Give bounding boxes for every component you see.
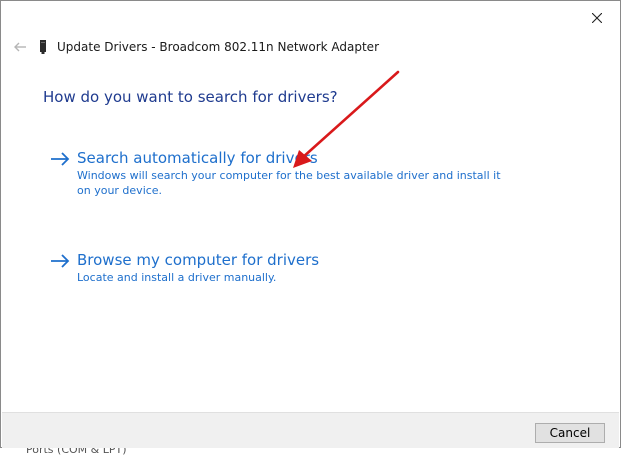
cancel-button[interactable]: Cancel <box>535 423 605 443</box>
arrow-right-icon <box>49 251 71 271</box>
option-title: Browse my computer for drivers <box>77 251 320 269</box>
dialog-footer: Cancel <box>2 412 619 449</box>
background-window-strip: Ports (COM & LPT) <box>0 448 623 456</box>
search-automatically-option[interactable]: Search automatically for drivers Windows… <box>49 148 507 198</box>
dialog-header: Update Drivers - Broadcom 802.11n Networ… <box>11 37 379 57</box>
close-icon <box>592 13 602 23</box>
back-button[interactable] <box>11 38 29 56</box>
browse-computer-option[interactable]: Browse my computer for drivers Locate an… <box>49 250 507 285</box>
background-list-item: Ports (COM & LPT) <box>26 448 127 456</box>
close-button[interactable] <box>582 6 612 30</box>
network-adapter-icon <box>39 40 47 54</box>
option-description: Locate and install a driver manually. <box>77 271 277 284</box>
option-description: Windows will search your computer for th… <box>77 169 501 197</box>
option-title: Search automatically for drivers <box>77 149 318 167</box>
page-heading: How do you want to search for drivers? <box>43 88 338 106</box>
update-drivers-dialog: Update Drivers - Broadcom 802.11n Networ… <box>0 0 621 449</box>
back-arrow-icon <box>14 42 26 52</box>
arrow-right-icon <box>49 149 71 169</box>
dialog-title: Update Drivers - Broadcom 802.11n Networ… <box>57 40 380 54</box>
